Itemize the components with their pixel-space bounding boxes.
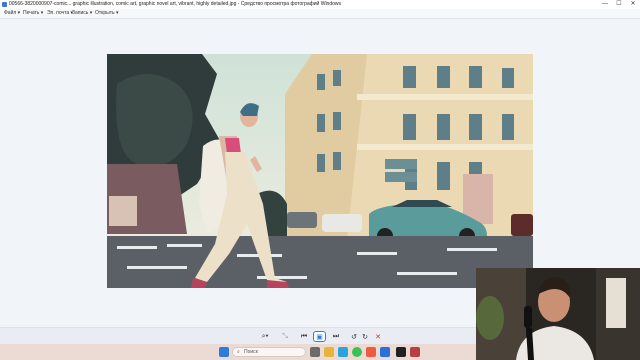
file-explorer-icon[interactable] <box>324 347 334 357</box>
slideshow-button[interactable]: ▣ <box>313 331 326 342</box>
menu-bar: Файл ▾ Печать ▾ Эл. почта ▾ Запись ▾ Отк… <box>0 9 640 19</box>
menu-print[interactable]: Печать ▾ <box>23 9 43 18</box>
delete-button[interactable]: ✕ <box>373 331 383 342</box>
actual-size-button[interactable]: ⤡ <box>280 331 290 342</box>
menu-file[interactable]: Файл ▾ <box>4 9 20 18</box>
title-bar: 00566-3820000907-comic... graphic illust… <box>0 0 640 9</box>
minimize-button[interactable]: — <box>598 0 612 9</box>
edge-icon[interactable] <box>338 347 348 357</box>
settings-icon[interactable] <box>380 347 390 357</box>
windows-icon[interactable] <box>219 347 229 357</box>
search-icon: ⌕ <box>237 349 240 355</box>
next-button[interactable]: ⏭ <box>328 331 344 342</box>
search-placeholder: Поиск <box>244 349 258 355</box>
displayed-photo <box>107 54 533 288</box>
task-view-icon[interactable] <box>310 347 320 357</box>
maximize-button[interactable]: ☐ <box>612 0 626 9</box>
zoom-button[interactable]: ⌕▾ <box>258 331 272 342</box>
menu-open[interactable]: Открыть ▾ <box>95 9 119 18</box>
webcam-overlay <box>476 268 640 360</box>
close-button[interactable]: ✕ <box>626 0 640 9</box>
photo-viewer-icon <box>2 2 7 7</box>
menu-email[interactable]: Эл. почта ▾ <box>47 9 73 18</box>
menu-burn[interactable]: Запись ▾ <box>72 9 92 18</box>
whatsapp-icon[interactable] <box>352 347 362 357</box>
window-title: 00566-3820000907-comic... graphic illust… <box>9 1 342 7</box>
previous-button[interactable]: ⏮ <box>296 331 312 342</box>
taskbar-search[interactable]: ⌕ Поиск <box>232 347 306 357</box>
media-icon[interactable] <box>410 347 420 357</box>
terminal-icon[interactable] <box>396 347 406 357</box>
rotate-right-button[interactable]: ↻ <box>360 331 370 342</box>
app-icon[interactable] <box>366 347 376 357</box>
rotate-left-button[interactable]: ↺ <box>349 331 359 342</box>
